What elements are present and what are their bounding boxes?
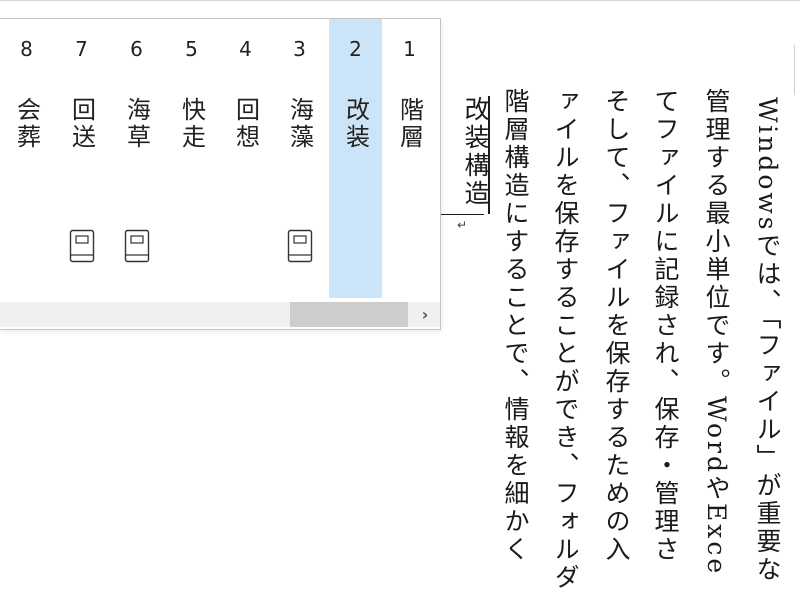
candidate-6[interactable]: 6 海草: [110, 19, 163, 298]
doc-line-6: 階層構造にすることで、情報を細かく: [501, 88, 530, 564]
chevron-right-icon[interactable]: ›: [410, 302, 440, 327]
ime-candidate-window[interactable]: 8 会葬 7 回送 6 海草 5 快走 4 回想 3 海藻 2 改装 1 階層 …: [0, 18, 441, 330]
candidate-number: 2: [349, 37, 362, 61]
candidate-number: 1: [403, 37, 416, 61]
candidate-5[interactable]: 5 快走: [165, 19, 218, 298]
ime-composition-text[interactable]: 改装構造: [452, 96, 490, 214]
doc-line-2: 管理する最小単位です。WordやExce: [702, 88, 731, 577]
doc-line-1: Windowsでは、「ファイル」が重要な: [753, 97, 782, 585]
candidate-3[interactable]: 3 海藻: [273, 19, 326, 298]
dictionary-icon[interactable]: [69, 229, 95, 263]
dictionary-icon[interactable]: [287, 229, 313, 263]
scrollbar-thumb[interactable]: [290, 302, 408, 327]
text-caret: [440, 214, 484, 215]
candidate-number: 6: [130, 37, 143, 61]
candidate-word: 海藻: [285, 97, 314, 151]
candidate-word: 改装: [341, 97, 370, 151]
paragraph-mark-icon: ↵: [457, 218, 468, 232]
candidate-8[interactable]: 8 会葬: [0, 19, 53, 298]
candidate-word: 回送: [67, 97, 96, 151]
doc-line-4: そして、ファイルを保存するための入: [602, 88, 631, 564]
candidate-number: 3: [293, 37, 306, 61]
candidate-4[interactable]: 4 回想: [219, 19, 272, 298]
candidate-word: 階層: [395, 97, 424, 151]
top-divider: [0, 0, 800, 1]
doc-line-3: てファイルに記録され、保存・管理さ: [651, 88, 680, 564]
candidate-number: 8: [20, 37, 33, 61]
candidate-word: 回想: [231, 97, 260, 151]
candidate-2-selected[interactable]: 2 改装: [329, 19, 382, 298]
candidate-scrollbar[interactable]: ›: [0, 302, 440, 327]
page-edge: [794, 45, 795, 95]
dictionary-icon[interactable]: [124, 229, 150, 263]
candidate-number: 5: [185, 37, 198, 61]
candidate-number: 7: [75, 37, 88, 61]
candidate-word: 快走: [177, 97, 206, 151]
candidate-number: 4: [239, 37, 252, 61]
candidate-1[interactable]: 1 階層: [383, 19, 436, 298]
candidate-7[interactable]: 7 回送: [55, 19, 108, 298]
candidate-word: 海草: [122, 97, 151, 151]
doc-line-5: ァイルを保存することができ、フォルダ: [551, 88, 580, 592]
candidate-word: 会葬: [12, 97, 41, 151]
